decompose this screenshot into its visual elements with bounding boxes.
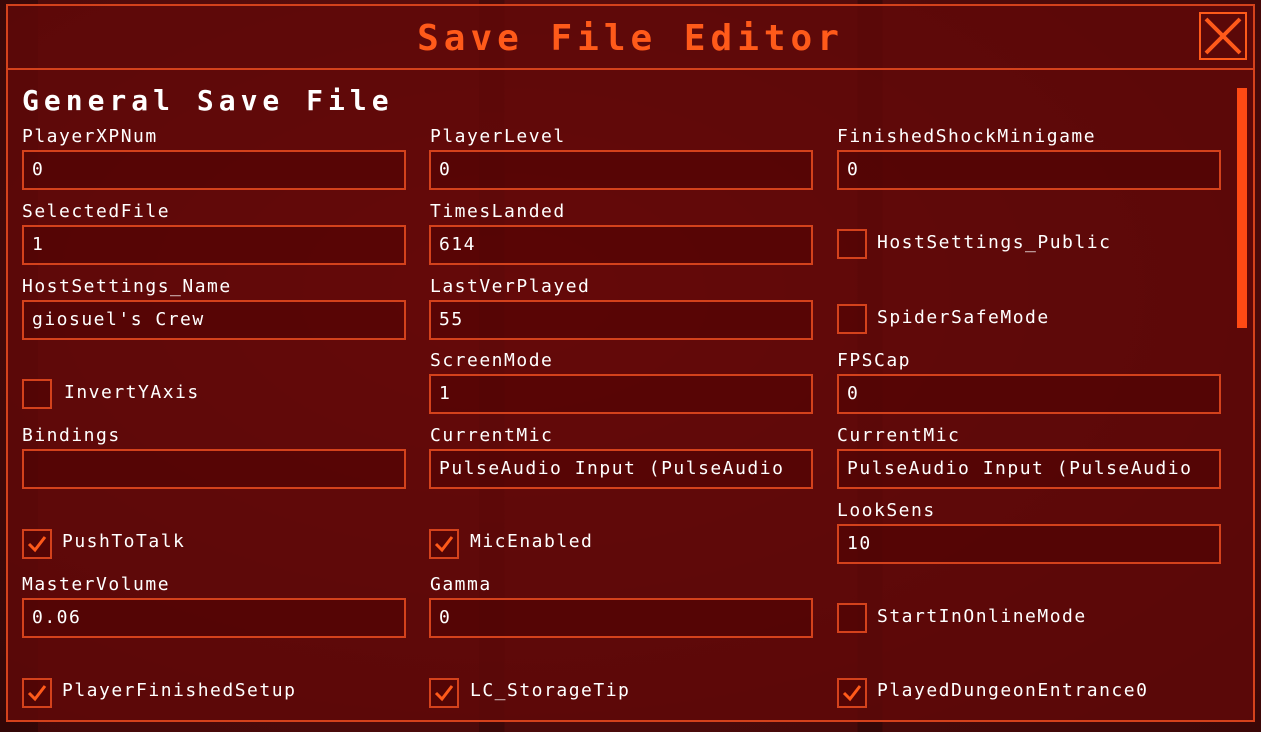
gamma-label: Gamma — [430, 574, 492, 595]
save-file-editor-window: Save File Editor General Save File Playe… — [6, 4, 1255, 722]
times-landed-field[interactable]: 614 — [429, 225, 813, 265]
scrollbar-thumb[interactable] — [1237, 88, 1247, 328]
gamma-field[interactable]: 0 — [429, 598, 813, 638]
start-in-online-mode-checkbox[interactable] — [837, 603, 867, 633]
finished-shock-minigame-field[interactable]: 0 — [837, 150, 1221, 190]
screen-mode-label: ScreenMode — [430, 350, 554, 371]
section-title: General Save File — [22, 84, 394, 117]
screen-mode-field[interactable]: 1 — [429, 374, 813, 414]
bindings-field[interactable] — [22, 449, 406, 489]
push-to-talk-label: PushToTalk — [62, 531, 186, 552]
start-in-online-mode-label: StartInOnlineMode — [877, 606, 1087, 627]
close-button[interactable] — [1199, 12, 1247, 60]
editor-content: General Save File PlayerXPNum 0 PlayerLe… — [8, 70, 1257, 722]
selected-file-field[interactable]: 1 — [22, 225, 406, 265]
player-xp-num-field[interactable]: 0 — [22, 150, 406, 190]
window-title: Save File Editor — [417, 18, 844, 59]
played-dungeon-entrance0-checkbox[interactable] — [837, 678, 867, 708]
player-finished-setup-checkbox[interactable] — [22, 678, 52, 708]
fps-cap-label: FPSCap — [837, 350, 912, 371]
look-sens-label: LookSens — [837, 500, 936, 521]
selected-file-label: SelectedFile — [22, 201, 171, 222]
mic-enabled-label: MicEnabled — [470, 531, 594, 552]
master-volume-field[interactable]: 0.06 — [22, 598, 406, 638]
times-landed-label: TimesLanded — [430, 201, 566, 222]
master-volume-label: MasterVolume — [22, 574, 171, 595]
last-ver-played-label: LastVerPlayed — [430, 276, 591, 297]
current-mic-field[interactable]: PulseAudio Input (PulseAudio — [429, 449, 813, 489]
host-settings-name-label: HostSettings_Name — [22, 276, 232, 297]
finished-shock-minigame-label: FinishedShockMinigame — [837, 126, 1097, 147]
look-sens-field[interactable]: 10 — [837, 524, 1221, 564]
current-mic-label: CurrentMic — [430, 425, 554, 446]
checkmark-icon — [27, 536, 47, 553]
host-settings-public-label: HostSettings_Public — [877, 232, 1112, 253]
last-ver-played-field[interactable]: 55 — [429, 300, 813, 340]
current-mic-label-2: CurrentMic — [837, 425, 961, 446]
close-icon — [1204, 17, 1242, 55]
checkmark-icon — [27, 685, 47, 702]
fps-cap-field[interactable]: 0 — [837, 374, 1221, 414]
lc-storage-tip-label: LC_StorageTip — [470, 680, 631, 701]
invert-y-axis-label: InvertYAxis — [64, 382, 200, 403]
checkmark-icon — [842, 685, 862, 702]
title-bar: Save File Editor — [8, 6, 1253, 70]
player-level-label: PlayerLevel — [430, 126, 566, 147]
played-dungeon-entrance0-label: PlayedDungeonEntrance0 — [877, 680, 1149, 701]
player-xp-num-label: PlayerXPNum — [22, 126, 158, 147]
checkmark-icon — [434, 536, 454, 553]
vertical-scrollbar[interactable] — [1237, 82, 1247, 722]
spider-safe-mode-label: SpiderSafeMode — [877, 307, 1050, 328]
push-to-talk-checkbox[interactable] — [22, 529, 52, 559]
mic-enabled-checkbox[interactable] — [429, 529, 459, 559]
player-level-field[interactable]: 0 — [429, 150, 813, 190]
host-settings-name-field[interactable]: giosuel's Crew — [22, 300, 406, 340]
player-finished-setup-label: PlayerFinishedSetup — [62, 680, 297, 701]
invert-y-axis-checkbox[interactable] — [22, 379, 52, 409]
checkmark-icon — [434, 685, 454, 702]
spider-safe-mode-checkbox[interactable] — [837, 304, 867, 334]
bindings-label: Bindings — [22, 425, 121, 446]
lc-storage-tip-checkbox[interactable] — [429, 678, 459, 708]
current-mic-field-2[interactable]: PulseAudio Input (PulseAudio — [837, 449, 1221, 489]
host-settings-public-checkbox[interactable] — [837, 229, 867, 259]
